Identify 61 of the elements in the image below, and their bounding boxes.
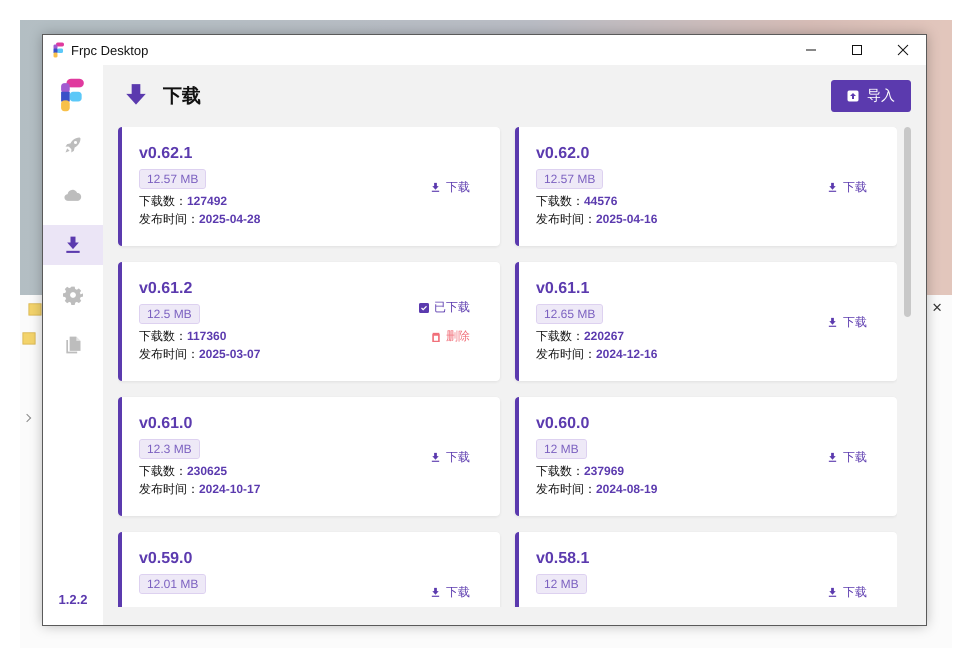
download-button[interactable]: 下载 [827, 448, 867, 466]
version-title: v0.61.1 [536, 279, 590, 299]
upload-box-icon [847, 90, 859, 102]
size-tag: 12 MB [536, 574, 587, 594]
trash-icon [431, 332, 441, 342]
maximize-icon [851, 44, 863, 56]
version-title: v0.61.0 [139, 414, 194, 434]
download-icon [827, 182, 838, 192]
app-logo-icon [53, 42, 65, 58]
version-title: v0.60.0 [536, 414, 590, 434]
release-date: 发布时间：2025-03-07 [139, 346, 262, 363]
download-count: 下载数：237969 [536, 463, 626, 480]
release-date: 发布时间：2024-10-17 [139, 481, 262, 498]
logo-icon [60, 77, 86, 113]
release-date: 发布时间：2025-04-28 [139, 211, 262, 228]
close-icon [897, 44, 909, 56]
download-icon [430, 182, 441, 192]
folder-icon [28, 301, 42, 317]
app-version: 1.2.2 [58, 592, 88, 607]
download-count: 下载数：127492 [139, 193, 228, 210]
download-count: 下载数：230625 [139, 463, 228, 480]
version-title: v0.62.1 [139, 144, 194, 164]
download-button[interactable]: 下载 [827, 314, 867, 330]
size-tag: 12 MB [536, 439, 587, 459]
download-icon [827, 586, 838, 598]
download-button[interactable]: 下载 [430, 448, 470, 466]
settings-icon [63, 285, 83, 305]
release-date: 发布时间：2025-04-16 [536, 211, 658, 228]
import-button[interactable]: 导入 [831, 80, 911, 112]
download-button[interactable]: 下载 [827, 584, 867, 600]
download-count: 下载数：117360 [139, 328, 228, 345]
version-title: v0.58.1 [536, 549, 590, 569]
scrollbar-thumb[interactable] [904, 127, 911, 317]
download-icon [430, 586, 441, 598]
download-count: 下载数：44576 [536, 193, 618, 210]
downloaded-status: 已下载 [419, 299, 470, 316]
size-tag: 12.57 MB [536, 169, 604, 189]
checkbox-icon [419, 302, 429, 312]
download-icon [827, 452, 838, 462]
size-tag: 12.57 MB [139, 169, 206, 189]
download-icon [827, 316, 838, 328]
download-icon [430, 452, 441, 462]
version-title: v0.61.2 [139, 279, 194, 299]
download-count: 下载数：220267 [536, 328, 626, 345]
close-button[interactable]: × [932, 298, 942, 318]
size-tag: 12.65 MB [536, 304, 604, 324]
folder-icon [22, 330, 36, 346]
nav-item[interactable] [43, 225, 103, 265]
size-tag: 12.01 MB [139, 574, 206, 594]
version-title: v0.59.0 [139, 549, 194, 569]
download-button[interactable]: 下载 [430, 178, 470, 196]
window-title: Frpc Desktop [71, 42, 148, 58]
download-button[interactable]: 下载 [430, 584, 470, 600]
page-title: 下载 [163, 85, 201, 109]
release-date: 发布时间：2024-12-16 [536, 346, 658, 363]
rocket-icon [63, 135, 83, 155]
size-tag: 12.5 MB [139, 304, 200, 324]
release-date: 发布时间：2024-08-19 [536, 481, 658, 498]
version-title: v0.62.0 [536, 144, 590, 164]
download-button[interactable]: 下载 [827, 178, 867, 196]
size-tag: 12.3 MB [139, 439, 200, 459]
